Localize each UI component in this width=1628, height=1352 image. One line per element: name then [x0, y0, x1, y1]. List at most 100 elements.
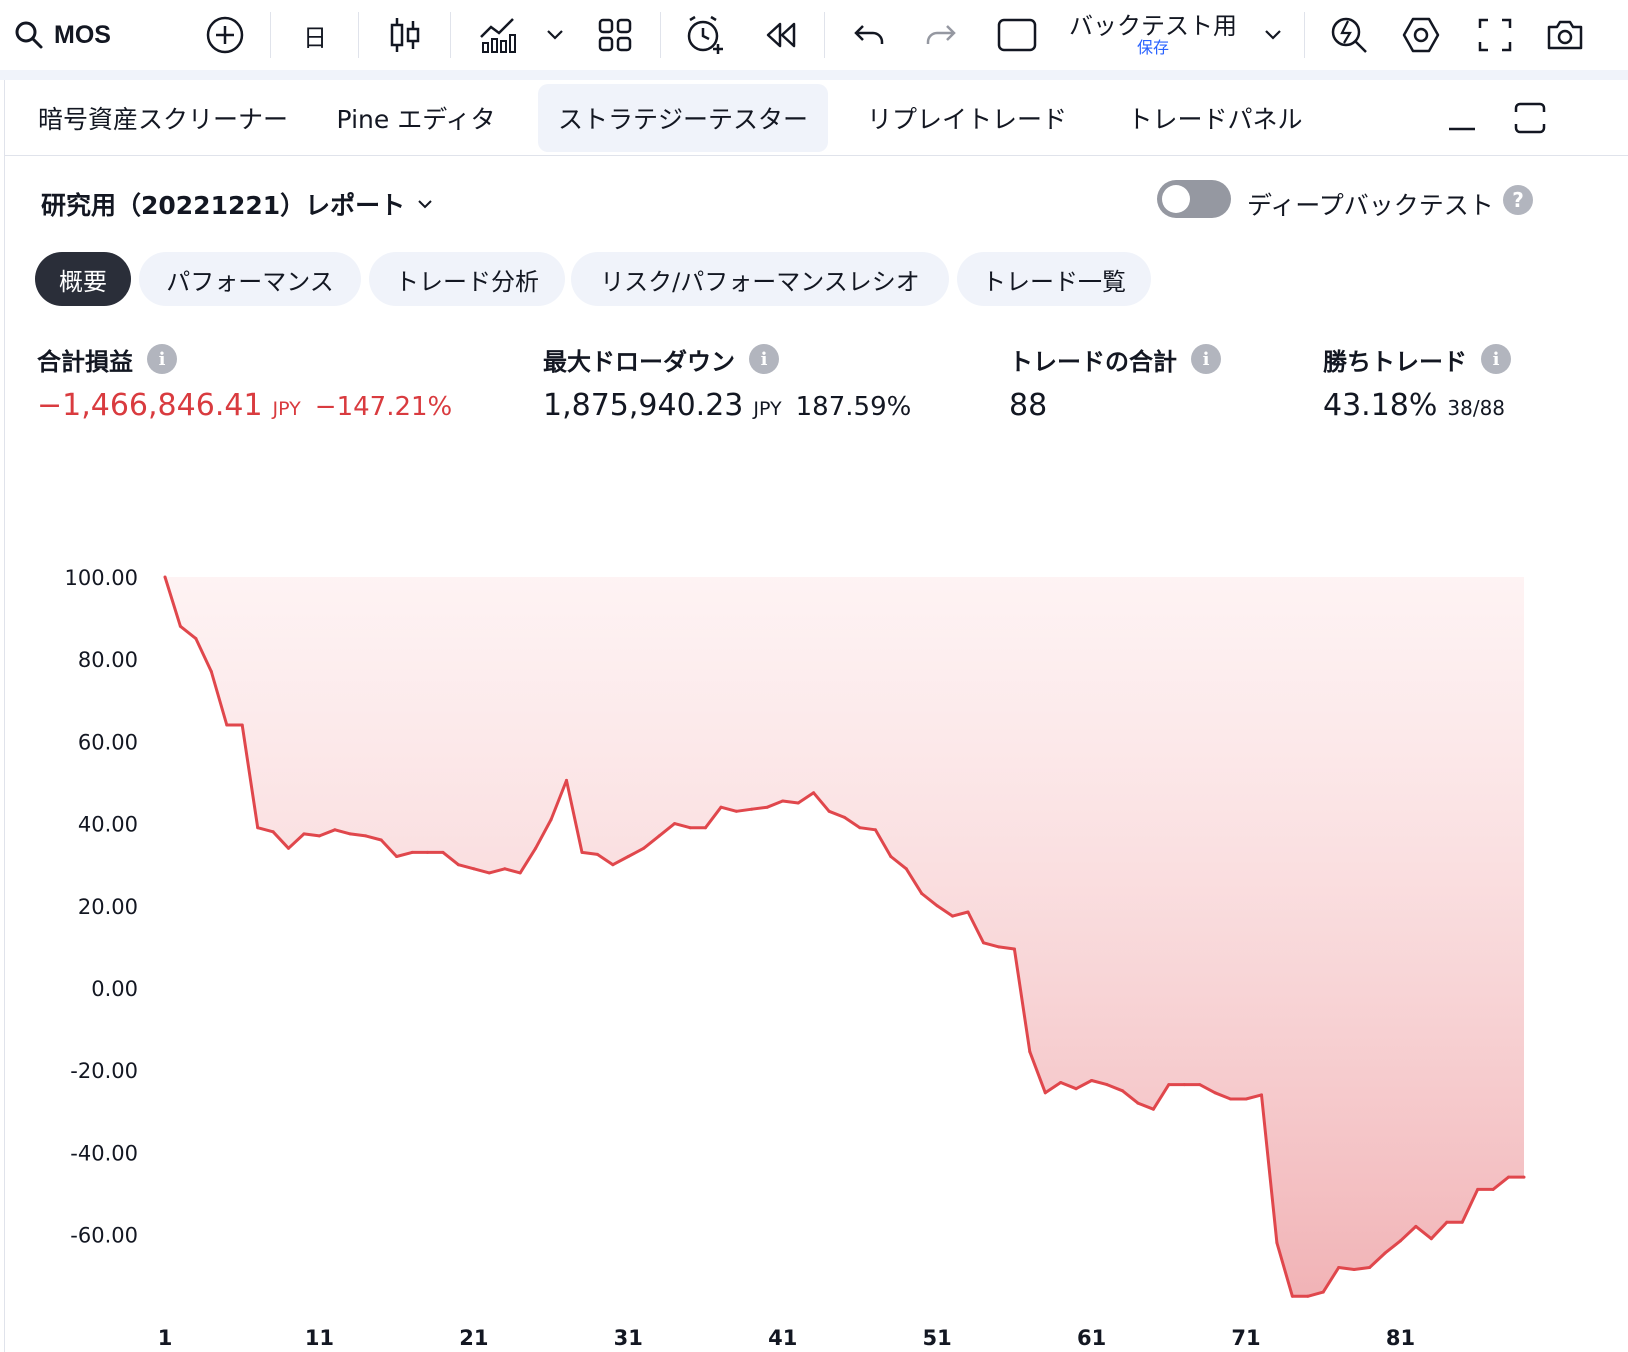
- quick-search-button[interactable]: [1324, 10, 1374, 60]
- maximize-panel-button[interactable]: [1505, 84, 1555, 152]
- equity-chart: 100.00 80.00 60.00 40.00 20.00 0.00 -20.00 -40.…: [5, 480, 1628, 1352]
- y-tick-label: -60.00: [70, 1224, 138, 1248]
- equity-point: [1244, 1097, 1248, 1101]
- equity-point: [1151, 1107, 1155, 1111]
- equity-point: [1368, 1266, 1372, 1269]
- equity-point: [1491, 1187, 1495, 1191]
- fullscreen-button[interactable]: [1470, 10, 1520, 60]
- layout-square-icon: [997, 18, 1037, 52]
- equity-point: [1460, 1220, 1464, 1224]
- indicators-dropdown-button[interactable]: [540, 10, 570, 60]
- equity-point: [209, 670, 213, 673]
- equity-point: [456, 863, 460, 867]
- win-count: 38/88: [1447, 396, 1506, 420]
- equity-point: [1043, 1091, 1047, 1095]
- chart-type-button[interactable]: [380, 10, 430, 60]
- y-tick-label: 40.00: [78, 813, 138, 837]
- equity-point: [966, 910, 970, 914]
- toggle-knob: [1162, 185, 1190, 213]
- equity-point: [565, 778, 568, 782]
- x-tick-label: 51: [923, 1326, 952, 1350]
- layout-button[interactable]: [992, 10, 1042, 60]
- info-icon[interactable]: i: [147, 344, 177, 374]
- tab-trade-panel[interactable]: トレードパネル: [1115, 84, 1315, 152]
- win-rate-value: 43.18%: [1323, 388, 1438, 423]
- stat-label: 最大ドローダウン: [543, 347, 735, 376]
- interval-button[interactable]: 日: [290, 10, 340, 60]
- equity-point: [441, 850, 445, 854]
- top-toolbar: MOS 日 バックテスト用 保存: [0, 0, 1628, 70]
- layout-save-status: 保存: [1136, 38, 1169, 57]
- equity-point: [426, 850, 429, 854]
- equity-point: [920, 892, 924, 895]
- subtab-performance[interactable]: パフォーマンス: [139, 252, 361, 306]
- equity-point: [194, 637, 198, 641]
- tab-crypto-screener[interactable]: 暗号資産スクリーナー: [13, 84, 313, 152]
- alert-button[interactable]: [680, 10, 730, 60]
- subtab-trade-list[interactable]: トレード一覧: [957, 252, 1151, 306]
- x-tick-label: 31: [614, 1326, 643, 1350]
- snapshot-button[interactable]: [1540, 10, 1590, 60]
- equity-point: [796, 801, 800, 805]
- equity-point: [765, 805, 769, 809]
- equity-point: [827, 809, 831, 813]
- info-icon[interactable]: i: [1191, 344, 1221, 374]
- symbol-search-button[interactable]: MOS: [14, 10, 154, 60]
- y-tick-label: 0.00: [91, 977, 138, 1001]
- deep-backtest-toggle[interactable]: [1157, 180, 1231, 218]
- chevron-down-icon: [418, 200, 432, 209]
- layout-name-button[interactable]: バックテスト用 保存: [1058, 10, 1248, 60]
- equity-point: [1429, 1237, 1433, 1241]
- layout-dropdown-button[interactable]: [1258, 10, 1288, 60]
- equity-point: [240, 723, 244, 727]
- maximize-icon: [1514, 102, 1546, 134]
- tab-pine-editor[interactable]: Pine エディタ: [321, 84, 511, 152]
- y-tick-label: 100.00: [65, 566, 138, 590]
- redo-button[interactable]: [916, 10, 966, 60]
- subtab-trade-analysis[interactable]: トレード分析: [369, 252, 565, 306]
- equity-point: [750, 807, 754, 811]
- undo-button[interactable]: [844, 10, 894, 60]
- equity-point: [1290, 1294, 1294, 1298]
- settings-button[interactable]: [1396, 10, 1446, 60]
- net-profit-value: −1,466,846.41: [37, 388, 263, 423]
- info-icon[interactable]: i: [749, 344, 779, 374]
- subtab-overview[interactable]: 概要: [35, 252, 131, 306]
- equity-point: [1306, 1294, 1310, 1298]
- compare-symbol-button[interactable]: [200, 10, 250, 60]
- redo-icon: [926, 25, 956, 44]
- y-tick-label: 80.00: [78, 648, 138, 672]
- info-icon[interactable]: i: [1481, 344, 1511, 374]
- equity-point: [889, 855, 893, 858]
- max-drawdown-value: 1,875,940.23: [543, 388, 744, 423]
- indicators-button[interactable]: [472, 10, 522, 60]
- equity-point: [611, 863, 615, 867]
- tab-strategy-tester[interactable]: ストラテジーテスター: [538, 84, 828, 152]
- help-icon[interactable]: ?: [1503, 185, 1533, 215]
- equity-point: [317, 834, 321, 838]
- tab-replay-trade[interactable]: リプレイトレード: [857, 84, 1077, 152]
- subtab-risk-ratios[interactable]: リスク/パフォーマンスレシオ: [571, 252, 949, 306]
- equity-point: [163, 575, 167, 579]
- templates-button[interactable]: [590, 10, 640, 60]
- x-axis: 1 11 21 31 41 51 61 71 81: [158, 1326, 1415, 1350]
- currency-unit: JPY: [272, 398, 301, 420]
- equity-point: [873, 828, 877, 832]
- equity-point: [982, 941, 985, 945]
- equity-point: [580, 850, 584, 854]
- stat-label: 勝ちトレード: [1323, 347, 1467, 376]
- equity-point: [1198, 1083, 1202, 1087]
- equity-point: [843, 815, 846, 819]
- lightning-search-icon: [1331, 17, 1367, 53]
- equity-point: [1321, 1290, 1325, 1294]
- replay-button[interactable]: [756, 10, 806, 60]
- rewind-icon: [766, 22, 796, 48]
- equity-point: [1090, 1079, 1094, 1082]
- equity-point: [549, 818, 553, 821]
- report-selector[interactable]: 研究用（20221221）レポート: [41, 186, 433, 222]
- equity-point: [719, 805, 723, 809]
- minimize-panel-button[interactable]: [1437, 84, 1487, 152]
- plus-circle-icon: [206, 16, 244, 54]
- equity-point: [673, 822, 677, 826]
- strategy-tester-panel: 暗号資産スクリーナー Pine エディタ ストラテジーテスター リプレイトレード…: [4, 80, 1628, 1352]
